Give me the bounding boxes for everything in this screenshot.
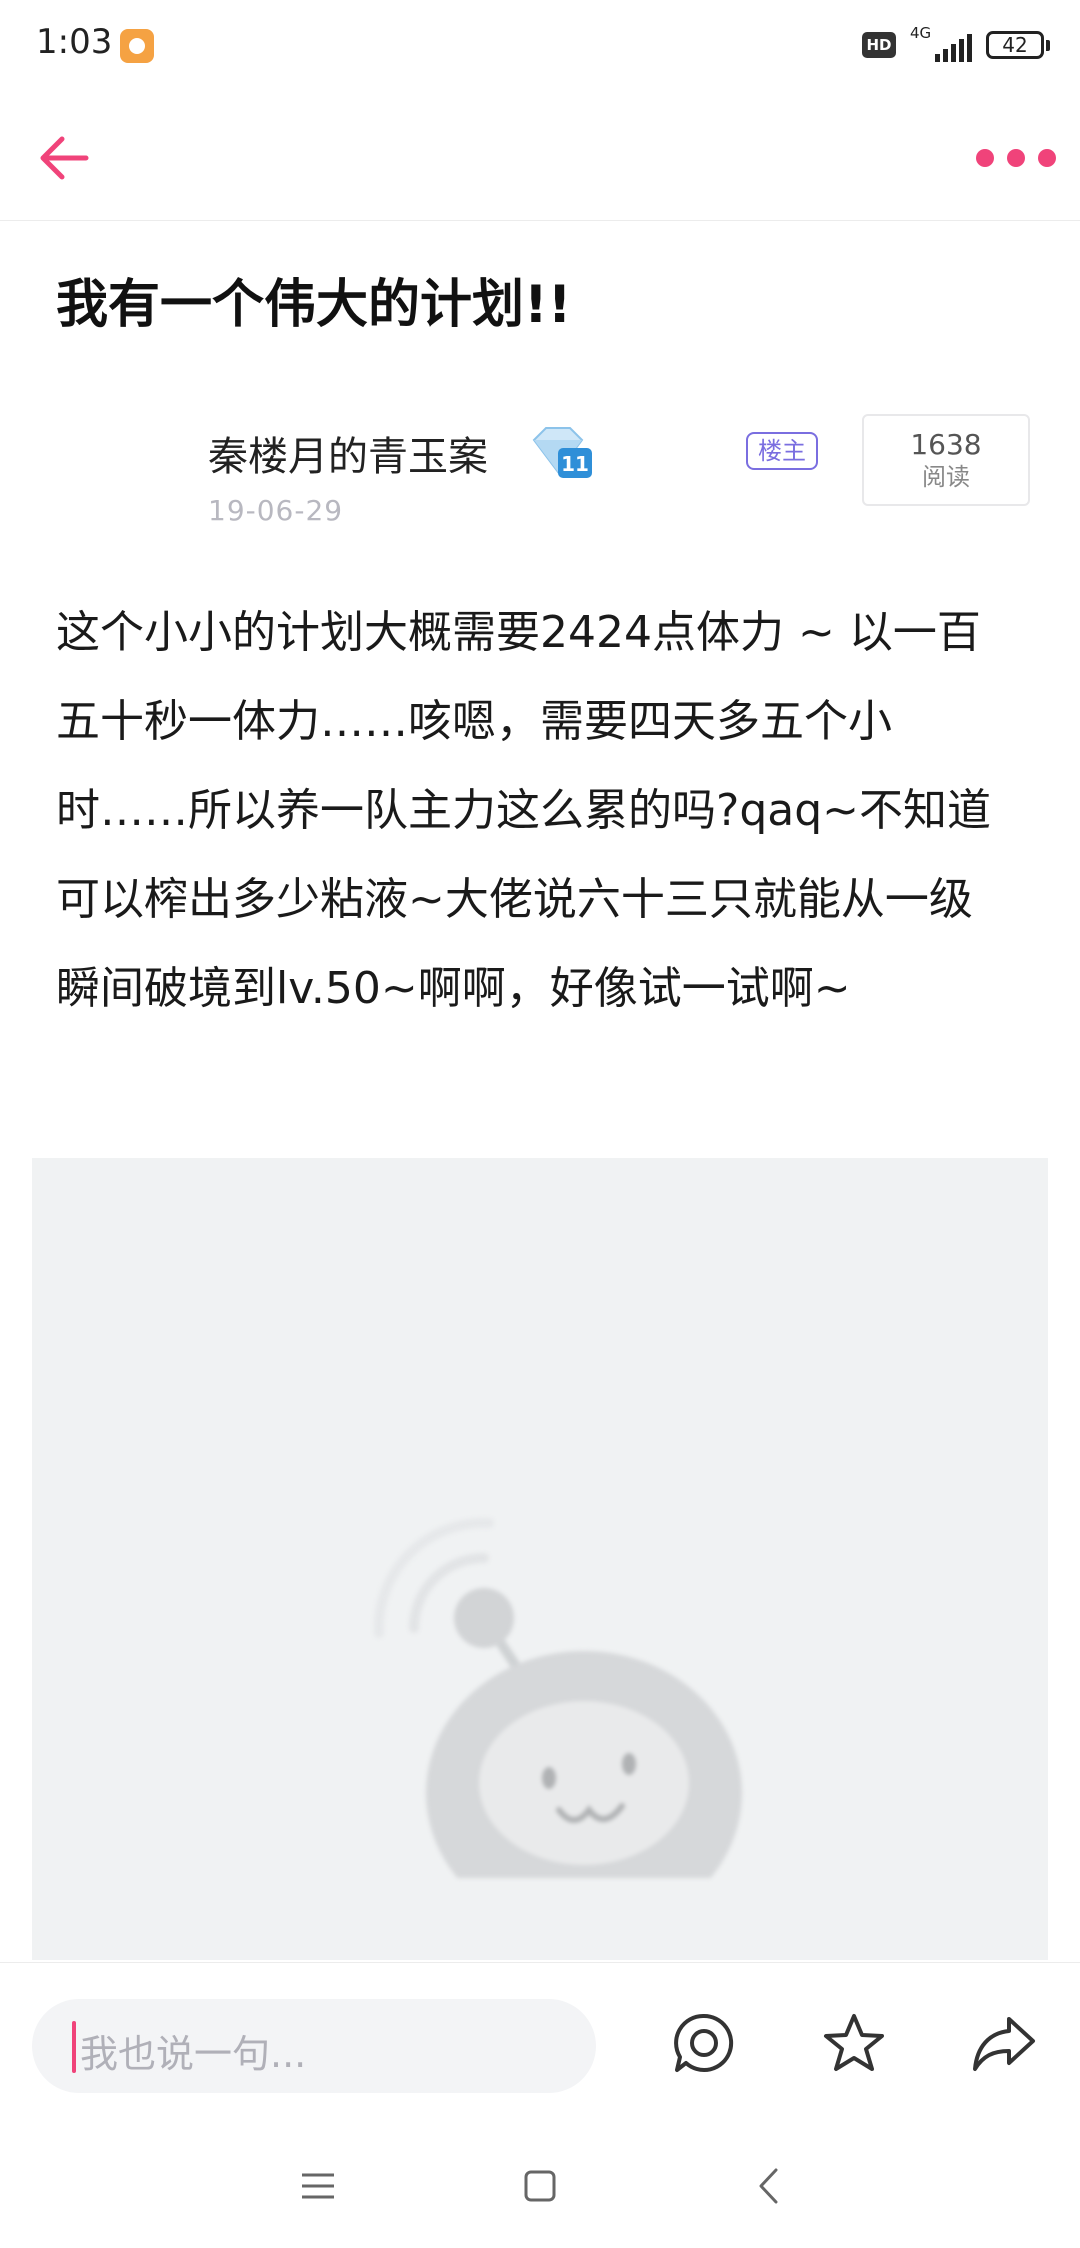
owner-badge: 楼主 [746, 432, 818, 470]
comment-icon [674, 2013, 734, 2072]
status-bar: 1:03 HD 4G 42 [0, 0, 1080, 96]
read-label: 阅读 [922, 463, 970, 491]
more-button[interactable] [976, 136, 1056, 180]
share-button[interactable] [964, 2003, 1044, 2083]
arrow-left-icon [40, 136, 89, 180]
share-icon [973, 2017, 1035, 2071]
loading-mascot-icon [373, 1517, 742, 1878]
author-row: 秦楼月的青玉案 11 19-06-29 楼主 1638 阅读 [0, 410, 1080, 550]
app-notification-icon [120, 29, 154, 63]
menu-icon [302, 2173, 334, 2199]
post-date: 19-06-29 [208, 494, 344, 527]
action-bar: 我也说一句... [0, 1962, 1080, 2123]
level-diamond-icon: 11 [532, 427, 592, 478]
top-nav [0, 96, 1080, 221]
battery-icon: 42 [986, 31, 1050, 59]
favorite-button[interactable] [814, 2003, 894, 2083]
back-icon [759, 2168, 778, 2204]
home-icon [524, 2170, 556, 2202]
status-indicators: HD 4G 42 [862, 24, 1050, 62]
level-number: 11 [561, 452, 589, 476]
comment-input[interactable]: 我也说一句... [32, 1999, 596, 2093]
star-icon [824, 2014, 884, 2071]
system-nav-bar [0, 2122, 1080, 2248]
post-title: 我有一个伟大的计划!! [56, 275, 572, 335]
post-image-placeholder[interactable] [32, 1158, 1048, 1960]
home-button[interactable] [510, 2156, 570, 2216]
battery-level: 42 [986, 31, 1044, 59]
read-count-box: 1638 阅读 [862, 414, 1030, 506]
signal-icon: 4G [910, 24, 972, 62]
post-body: 这个小小的计划大概需要2424点体力 ~ 以一百五十秒一体力……咳嗯，需要四天多… [56, 607, 992, 1014]
comment-button[interactable] [664, 2003, 744, 2083]
status-time: 1:03 [36, 22, 113, 62]
read-count: 1638 [910, 428, 982, 461]
hd-badge: HD [862, 32, 896, 58]
author-name[interactable]: 秦楼月的青玉案 [208, 424, 488, 482]
network-type: 4G [910, 24, 932, 42]
back-button[interactable] [32, 126, 96, 190]
text-cursor [72, 2021, 76, 2073]
system-back-button[interactable] [738, 2156, 798, 2216]
comment-placeholder: 我也说一句... [80, 2032, 307, 2076]
recent-apps-button[interactable] [288, 2156, 348, 2216]
more-dots-icon [976, 149, 994, 167]
